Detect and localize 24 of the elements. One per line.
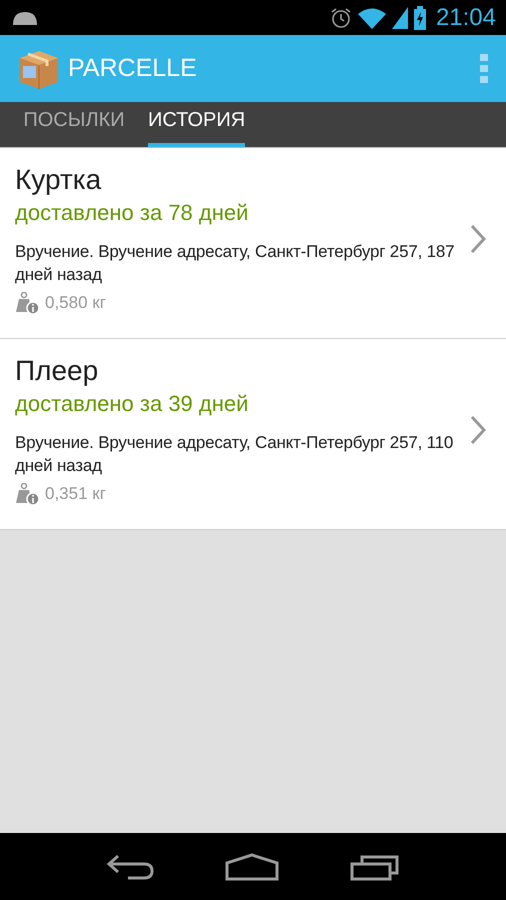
- recent-apps-icon[interactable]: [350, 852, 400, 880]
- alarm-icon: [330, 6, 352, 28]
- parcel-name: Куртка: [15, 164, 102, 196]
- parcel-name: Плеер: [15, 355, 100, 387]
- chevron-right-icon[interactable]: [470, 415, 486, 445]
- overflow-menu-icon[interactable]: [480, 54, 488, 84]
- weight-icon: [15, 483, 39, 505]
- delivery-status: доставлено за 39 дней: [15, 391, 250, 417]
- back-icon[interactable]: [106, 852, 154, 880]
- tracking-event: Вручение. Вручение адресату, Санкт-Петербург 257, 110 дней назад: [15, 432, 454, 477]
- wifi-icon: [358, 6, 386, 28]
- chevron-right-icon[interactable]: [470, 224, 486, 254]
- app-title: PARCELLE: [68, 54, 198, 83]
- tab[interactable]: ПОСЫЛКИ: [0, 102, 148, 147]
- parcel-weight: 0,580 кг: [45, 293, 106, 313]
- home-icon[interactable]: [224, 852, 279, 880]
- parcel-weight: 0,351 кг: [45, 484, 106, 504]
- battery-icon: [414, 6, 426, 30]
- tracking-event: Вручение. Вручение адресату, Санкт-Петербург 257, 187 дней назад: [15, 241, 456, 286]
- status-time: 21:04: [436, 4, 496, 32]
- delivery-status: доставлено за 78 дней: [15, 200, 250, 226]
- signal-icon: [392, 6, 408, 28]
- weight-icon: [15, 292, 39, 314]
- android-icon: [12, 10, 38, 26]
